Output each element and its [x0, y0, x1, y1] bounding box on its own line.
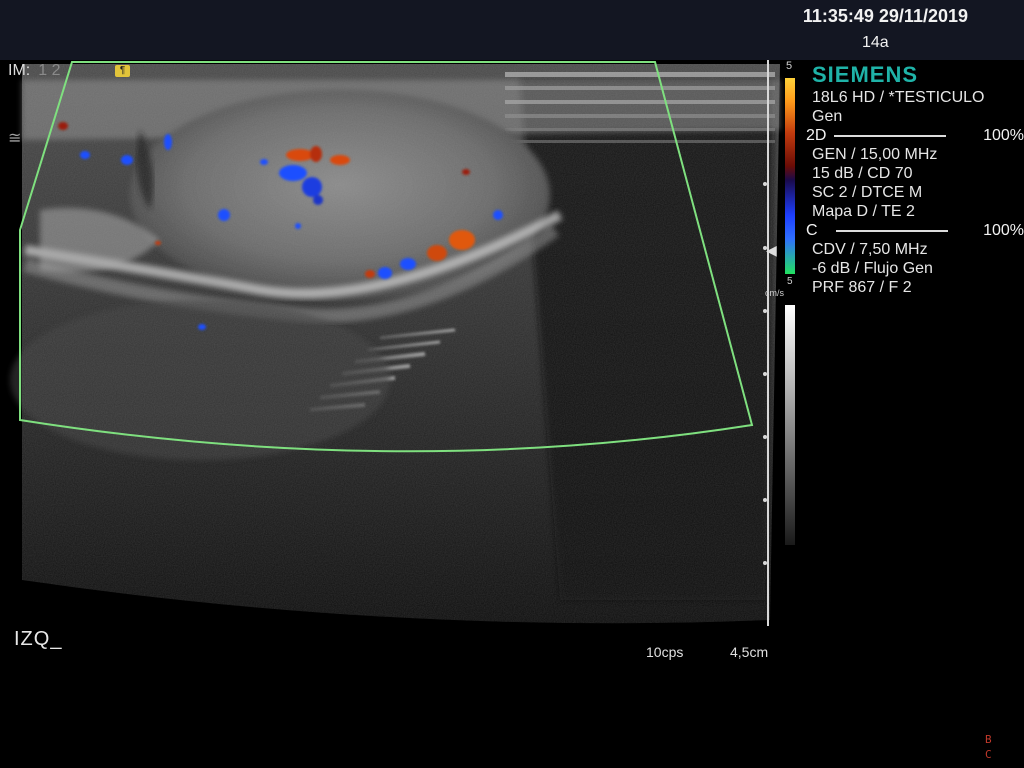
corner-status: B 0 C 0 [985, 733, 1006, 761]
colorbar-unit: cm/s [765, 288, 784, 298]
baseline-pointer-icon: ◀ [766, 242, 777, 258]
mode-2d: 2D 100% [806, 126, 1024, 145]
info-line: 15 dB / CD 70 [812, 165, 913, 182]
info-line: PRF 867 / F 2 [812, 279, 912, 296]
wave-icon: ≅ [8, 130, 22, 147]
patient-age: 14a [862, 34, 889, 51]
mode-color-gain-bar [835, 229, 948, 232]
mode-color: C 100% [806, 221, 1024, 240]
ultrasound-screen: 11:35:49 29/11/2019 14a IM: 1 2 ¶ ≅ 5 5 … [0, 0, 1024, 768]
depth-scale [763, 60, 769, 626]
image-label: IM: 1 2 [8, 62, 61, 79]
frame-marker-icon: ¶ [115, 65, 130, 77]
timestamp: 11:35:49 29/11/2019 [802, 6, 968, 26]
info-line: -6 dB / Flujo Gen [812, 260, 933, 277]
mode-color-value: 100% [983, 222, 1024, 239]
header-bar: 11:35:49 29/11/2019 14a [0, 0, 1024, 60]
info-line: CDV / 7,50 MHz [812, 241, 928, 258]
side-annotation: IZQ_ [14, 628, 63, 650]
brand-logo: SIEMENS [812, 62, 919, 87]
info-line: Gen [812, 108, 843, 125]
image-label-value: 1 2 [38, 62, 61, 79]
frame-rate: 10cps [646, 644, 684, 660]
mode-2d-value: 100% [983, 127, 1024, 144]
info-line: Mapa D / TE 2 [812, 203, 915, 220]
acquisition-info: SIEMENS 18L6 HD / *TESTICULO Gen 2D 100% … [806, 62, 1024, 297]
colorbar-top-label: 5 [786, 60, 793, 72]
grayscale-bar [785, 305, 795, 545]
depth-readout: 4,5cm [730, 644, 769, 660]
colorbar-bottom-label: 5 [787, 276, 793, 287]
color-velocity-bar [785, 78, 795, 274]
info-line: 18L6 HD / *TESTICULO [812, 89, 985, 106]
mode-2d-gain-bar [834, 134, 947, 137]
info-line: GEN / 15,00 MHz [812, 146, 938, 163]
ultrasound-image [10, 61, 780, 624]
info-line: SC 2 / DTCE M [812, 184, 923, 201]
mode-color-label: C [806, 222, 818, 239]
mode-2d-label: 2D [806, 127, 827, 144]
